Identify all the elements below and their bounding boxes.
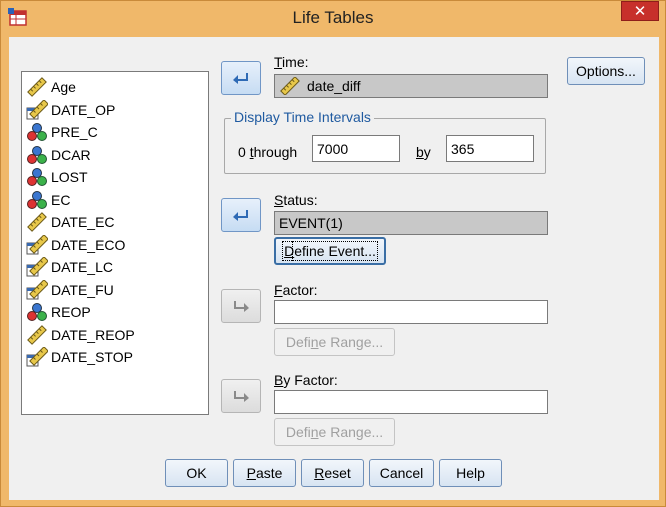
arrow-left-icon [233, 210, 248, 221]
variable-label: DATE_EC [51, 214, 115, 230]
variable-label: PRE_C [51, 124, 98, 140]
ruler-icon [26, 212, 48, 232]
reset-button[interactable]: Reset [301, 459, 364, 487]
title-bar[interactable]: Life Tables ✕ [1, 1, 665, 35]
dialog-client-area: Age DATE_OP PRE_C DCAR LOST EC DATE_EC DATE_ECO… [9, 37, 659, 500]
ruler-icon [26, 77, 48, 97]
define-range-button-2[interactable]: Define Range... [274, 418, 395, 446]
arrow-right-icon [234, 391, 249, 402]
date-icon [26, 233, 49, 255]
variable-label: DCAR [51, 146, 91, 163]
variable-label: DATE_FU [51, 281, 114, 298]
time-field[interactable]: date_diff [274, 74, 548, 98]
move-to-time-button[interactable] [221, 61, 261, 95]
ruler-icon [26, 324, 48, 345]
define-range-button-1[interactable]: Define Range... [274, 328, 395, 356]
move-to-factor-button[interactable] [221, 289, 261, 323]
variable-item[interactable]: DATE_STOP [26, 346, 206, 368]
cancel-button[interactable]: Cancel [369, 459, 434, 487]
move-to-by-factor-button[interactable] [221, 379, 261, 413]
date-icon [26, 278, 49, 300]
date-ruler-icon [280, 77, 300, 95]
by-factor-field[interactable] [274, 390, 548, 414]
nominal-icon [26, 190, 48, 210]
variable-item[interactable]: PRE_C [26, 121, 206, 143]
arrow-left-icon [233, 73, 248, 84]
variable-item[interactable]: DATE_EC [26, 211, 206, 233]
through-label: 0 through [238, 144, 298, 160]
options-button[interactable]: Options... [567, 57, 645, 85]
ok-button[interactable]: OK [165, 459, 228, 487]
variable-item[interactable]: DATE_FU [26, 278, 206, 301]
move-to-status-button[interactable] [221, 198, 261, 232]
variable-item[interactable]: DATE_ECO [26, 233, 206, 256]
variable-label: DATE_ECO [51, 236, 126, 253]
nominal-icon [26, 167, 48, 187]
by-label: by [416, 144, 431, 160]
display-time-intervals-title: Display Time Intervals [231, 109, 374, 125]
variable-label: EC [51, 191, 71, 208]
status-label: Status: [274, 192, 318, 208]
through-input[interactable]: 7000 [312, 135, 400, 162]
time-label: Time: [274, 54, 309, 70]
paste-button[interactable]: Paste [233, 459, 296, 487]
by-input[interactable]: 365 [446, 135, 534, 162]
variable-item[interactable]: REOP [26, 301, 206, 323]
variable-item[interactable]: EC [26, 189, 206, 211]
variable-label: DATE_LC [51, 259, 113, 275]
window-title: Life Tables [292, 8, 374, 27]
help-button[interactable]: Help [439, 459, 502, 487]
variable-label: DATE_OP [51, 101, 116, 118]
date-icon [26, 346, 49, 367]
nominal-icon [26, 145, 48, 165]
variable-label: REOP [51, 304, 91, 320]
date-icon [26, 98, 49, 120]
by-factor-label: By Factor: [274, 372, 338, 388]
display-time-intervals-group: Display Time Intervals 0 through 7000 by… [224, 109, 546, 174]
factor-label: Factor: [274, 282, 318, 298]
factor-field[interactable] [274, 300, 548, 324]
variable-label: DATE_REOP [51, 326, 135, 343]
arrow-right-icon [234, 301, 249, 312]
variable-item[interactable]: Age [26, 76, 206, 98]
dialog-window: Life Tables ✕ Age DATE_OP PRE_C DCAR LOST EC D… [0, 0, 666, 507]
variable-item[interactable]: DCAR [26, 144, 206, 166]
variable-item[interactable]: LOST [26, 166, 206, 188]
nominal-icon [26, 122, 48, 142]
variable-item[interactable]: DATE_REOP [26, 324, 206, 346]
nominal-icon [26, 302, 48, 322]
date-icon [26, 256, 49, 277]
status-field[interactable]: EVENT(1) [274, 211, 548, 235]
variable-label: LOST [51, 169, 88, 185]
define-event-button[interactable]: Define Event... [274, 237, 386, 265]
variable-label: Age [51, 79, 76, 95]
close-button[interactable]: ✕ [621, 1, 659, 21]
variable-label: DATE_STOP [51, 349, 133, 365]
source-variable-list[interactable]: Age DATE_OP PRE_C DCAR LOST EC DATE_EC DATE_ECO… [21, 71, 209, 415]
variable-item[interactable]: DATE_LC [26, 256, 206, 278]
time-value: date_diff [307, 78, 361, 94]
variable-item[interactable]: DATE_OP [26, 98, 206, 121]
